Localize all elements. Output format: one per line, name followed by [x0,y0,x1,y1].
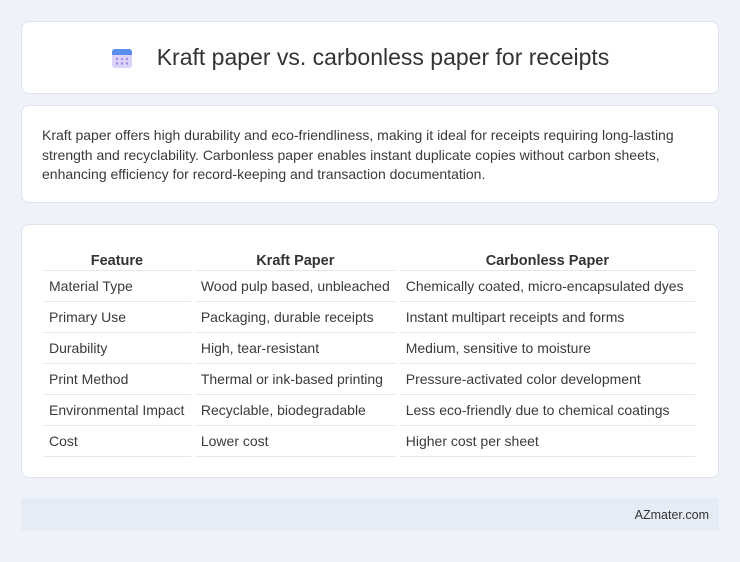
header-carbonless-paper: Carbonless Paper [399,245,695,271]
table-cell: Instant multipart receipts and forms [399,302,695,333]
table-cell: Medium, sensitive to moisture [399,333,695,364]
table-cell: Cost [43,426,191,457]
page-title: Kraft paper vs. carbonless paper for rec… [156,44,610,70]
table-cell: Lower cost [194,426,396,457]
table-row: Cost Lower cost Higher cost per sheet [43,426,695,457]
table-cell: Chemically coated, micro-encapsulated dy… [399,271,695,302]
header-kraft-paper: Kraft Paper [194,245,396,271]
summary-card: Kraft paper offers high durability and e… [21,105,719,203]
footer-bar: AZmater.com [21,498,719,531]
table-cell: Print Method [43,364,191,395]
table-row: Print Method Thermal or ink-based printi… [43,364,695,395]
comparison-table: Feature Kraft Paper Carbonless Paper Mat… [39,245,699,457]
table-row: Durability High, tear-resistant Medium, … [43,333,695,364]
table-cell: Thermal or ink-based printing [194,364,396,395]
table-cell: Less eco-friendly due to chemical coatin… [399,395,695,426]
table-header-row: Feature Kraft Paper Carbonless Paper [43,245,695,271]
table-cell: Higher cost per sheet [399,426,695,457]
table-row: Primary Use Packaging, durable receipts … [43,302,695,333]
comparison-table-card: Feature Kraft Paper Carbonless Paper Mat… [21,224,719,478]
table-cell: Material Type [43,271,191,302]
header-feature: Feature [43,245,191,271]
table-cell: Recyclable, biodegradable [194,395,396,426]
summary-text: Kraft paper offers high durability and e… [42,127,674,182]
table-cell: Durability [43,333,191,364]
footer-brand-link[interactable]: AZmater.com [635,508,709,522]
table-cell: Primary Use [43,302,191,333]
table-row: Environmental Impact Recyclable, biodegr… [43,395,695,426]
table-cell: Environmental Impact [43,395,191,426]
table-cell: Pressure-activated color development [399,364,695,395]
table-cell: High, tear-resistant [194,333,396,364]
table-cell: Wood pulp based, unbleached [194,271,396,302]
table-cell: Packaging, durable receipts [194,302,396,333]
table-row: Material Type Wood pulp based, unbleache… [43,271,695,302]
title-card: Kraft paper vs. carbonless paper for rec… [21,21,719,94]
calendar-icon [111,48,132,68]
